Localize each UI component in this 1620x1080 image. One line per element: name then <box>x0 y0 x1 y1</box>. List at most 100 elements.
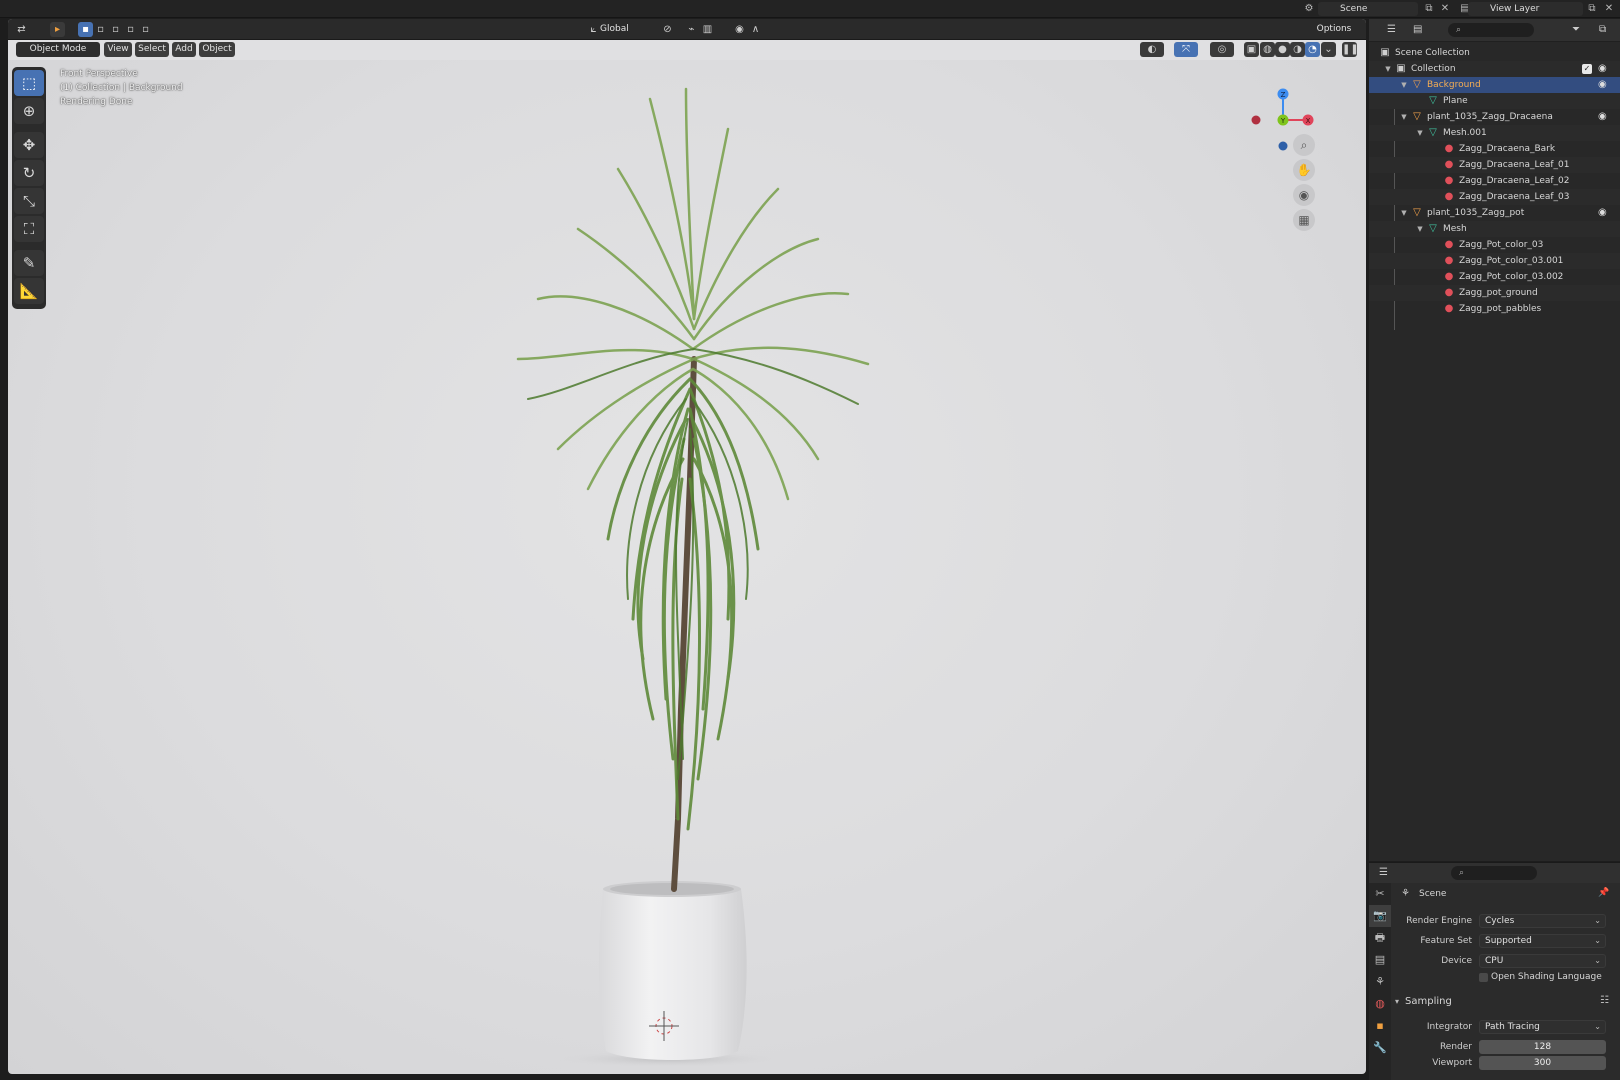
eye-icon[interactable]: ◉ <box>1598 77 1607 93</box>
render-tab-icon[interactable]: 📷 <box>1369 905 1391 927</box>
sampling-collapse-icon[interactable]: ▾ <box>1395 997 1399 1006</box>
outliner-row[interactable]: ● Zagg_Dracaena_Leaf_01 <box>1369 157 1620 173</box>
eye-icon[interactable]: ◉ <box>1598 61 1607 77</box>
outliner-row[interactable]: ● Zagg_pot_pabbles <box>1369 301 1620 317</box>
material-shading-icon[interactable]: ◑ <box>1290 42 1305 57</box>
move-icon[interactable]: ✥ <box>14 132 44 158</box>
rotate-icon[interactable]: ↻ <box>14 160 44 186</box>
pause-render-icon[interactable]: ❚❚ <box>1342 42 1359 57</box>
outliner-search-input[interactable]: ⌕ <box>1448 23 1534 37</box>
add-menu[interactable]: Add <box>172 42 196 57</box>
properties-editor-icon[interactable]: ☰ <box>1379 867 1388 878</box>
proportional-editing-icon[interactable]: ◉ <box>732 22 747 37</box>
pan-hand-icon[interactable]: ✋ <box>1293 159 1315 181</box>
display-mode-icon[interactable]: ▤ <box>1413 24 1422 35</box>
expand-arrow-icon[interactable]: ▼ <box>1415 125 1425 141</box>
render-samples-field[interactable]: 128 <box>1479 1040 1606 1054</box>
outliner-row[interactable]: ● Zagg_pot_ground <box>1369 285 1620 301</box>
eye-icon[interactable]: ◉ <box>1598 109 1607 125</box>
feature-set-dropdown[interactable]: Supported ⌄ <box>1479 934 1606 948</box>
filter-icon[interactable]: ⏷ <box>1572 24 1580 35</box>
presets-icon[interactable]: ☷ <box>1600 995 1609 1006</box>
view-layer-selector[interactable]: View Layer <box>1468 2 1583 16</box>
zoom-icon[interactable]: ⌕ <box>1293 134 1315 156</box>
editor-type-icon[interactable]: ⇄ <box>14 22 29 37</box>
select-new-icon[interactable]: ▪ <box>78 22 93 37</box>
expand-arrow-icon[interactable]: ▼ <box>1399 109 1409 125</box>
outliner-row[interactable]: ● Zagg_Dracaena_Bark <box>1369 141 1620 157</box>
new-view-layer-icon[interactable]: ⧉ <box>1585 3 1599 15</box>
expand-arrow-icon[interactable]: ▼ <box>1399 205 1409 221</box>
modifier-tab-icon[interactable]: 🔧 <box>1369 1037 1391 1059</box>
expand-arrow-icon[interactable]: ▼ <box>1399 77 1409 93</box>
outliner-row[interactable]: ▼ ▽ Mesh.001 <box>1369 125 1620 141</box>
solid-shading-icon[interactable]: ● <box>1275 42 1290 57</box>
pivot-point-icon[interactable]: ⊘ <box>660 22 675 37</box>
exclude-checkbox-icon[interactable]: ✓ <box>1582 64 1592 74</box>
annotate-icon[interactable]: ✎ <box>14 250 44 276</box>
view-menu[interactable]: View <box>104 42 132 57</box>
xray-icon[interactable]: ▣ <box>1244 42 1259 57</box>
render-engine-dropdown[interactable]: Cycles ⌄ <box>1479 914 1606 928</box>
outliner-row[interactable]: ▽ Plane <box>1369 93 1620 109</box>
close-scene-icon[interactable]: ✕ <box>1438 3 1452 15</box>
select-menu[interactable]: Select <box>135 42 169 57</box>
world-tab-icon[interactable]: ◍ <box>1369 993 1391 1015</box>
options-dropdown[interactable]: Options <box>1310 22 1358 37</box>
select-subtract-icon[interactable]: ▫ <box>108 22 123 37</box>
3d-viewport[interactable]: ⇄ ▸ ▪ ▫ ▫ ▫ ▫ ⟀ Global ⊘ ⌁ ▥ ◉ ∧ Options… <box>8 19 1366 1074</box>
outliner-row[interactable]: ▼ ▽ Mesh <box>1369 221 1620 237</box>
viewport-samples-field[interactable]: 300 <box>1479 1056 1606 1070</box>
new-collection-icon[interactable]: ⧉ <box>1599 24 1606 35</box>
rendered-shading-icon[interactable]: ◔ <box>1305 42 1320 57</box>
device-dropdown[interactable]: CPU ⌄ <box>1479 954 1606 968</box>
transform-icon[interactable]: ⛶ <box>14 216 44 242</box>
eye-icon[interactable]: ◉ <box>1598 205 1607 221</box>
cursor-icon[interactable]: ⊕ <box>14 98 44 124</box>
view-layer-tab-icon[interactable]: ▤ <box>1369 949 1391 971</box>
select-tool-icon[interactable]: ▸ <box>50 22 65 37</box>
shading-options-icon[interactable]: ⌄ <box>1321 42 1336 57</box>
outliner-row[interactable]: ▼ ▽ Background ◉ <box>1369 77 1620 93</box>
integrator-dropdown[interactable]: Path Tracing ⌄ <box>1479 1020 1606 1034</box>
osl-checkbox[interactable] <box>1479 973 1488 982</box>
output-tab-icon[interactable]: 🖶 <box>1369 927 1391 949</box>
outliner-row[interactable]: ● Zagg_Pot_color_03.001 <box>1369 253 1620 269</box>
visibility-icon[interactable]: ◐ <box>1140 42 1164 57</box>
snap-icon[interactable]: ⌁ <box>684 22 699 37</box>
scene-selector[interactable]: Scene <box>1318 2 1418 16</box>
outliner-row[interactable]: ● Zagg_Dracaena_Leaf_03 <box>1369 189 1620 205</box>
scene-tab-icon[interactable]: ⚘ <box>1369 971 1391 993</box>
outliner-row[interactable]: ● Zagg_Pot_color_03 <box>1369 237 1620 253</box>
tool-tab-icon[interactable]: ✂ <box>1369 883 1391 905</box>
new-scene-icon[interactable]: ⧉ <box>1422 3 1436 15</box>
overlays-icon[interactable]: ◎ <box>1210 42 1234 57</box>
snap-target-icon[interactable]: ▥ <box>700 22 715 37</box>
scale-icon[interactable]: ⤡ <box>14 188 44 214</box>
wireframe-shading-icon[interactable]: ◍ <box>1260 42 1275 57</box>
select-box-icon[interactable]: ⬚ <box>14 70 44 96</box>
scene-icon[interactable]: ⚙ <box>1302 3 1316 15</box>
outliner-row[interactable]: ● Zagg_Pot_color_03.002 <box>1369 269 1620 285</box>
outliner-editor-icon[interactable]: ☰ <box>1387 24 1396 35</box>
outliner-row[interactable]: ▣ Scene Collection <box>1369 45 1620 61</box>
falloff-icon[interactable]: ∧ <box>748 22 763 37</box>
outliner-row[interactable]: ● Zagg_Dracaena_Leaf_02 <box>1369 173 1620 189</box>
measure-icon[interactable]: 📐 <box>14 278 44 304</box>
object-menu[interactable]: Object <box>199 42 235 57</box>
expand-arrow-icon[interactable]: ▼ <box>1383 61 1393 77</box>
outliner-row[interactable]: ▼ ▣ Collection ✓ ◉ <box>1369 61 1620 77</box>
sampling-panel-title[interactable]: Sampling <box>1405 996 1452 1007</box>
gizmo-toggle-icon[interactable]: ⤧ <box>1174 42 1198 57</box>
perspective-toggle-icon[interactable]: ▦ <box>1293 209 1315 231</box>
close-view-layer-icon[interactable]: ✕ <box>1602 3 1616 15</box>
select-extend-icon[interactable]: ▫ <box>93 22 108 37</box>
outliner-row[interactable]: ▼ ▽ plant_1035_Zagg_pot ◉ <box>1369 205 1620 221</box>
select-intersect-icon[interactable]: ▫ <box>138 22 153 37</box>
object-tab-icon[interactable]: ▪ <box>1369 1015 1391 1037</box>
transform-orientation-dropdown[interactable]: Global <box>600 22 658 37</box>
outliner-row[interactable]: ▼ ▽ plant_1035_Zagg_Dracaena ◉ <box>1369 109 1620 125</box>
pin-icon[interactable]: 📌 <box>1598 888 1609 898</box>
expand-arrow-icon[interactable]: ▼ <box>1415 221 1425 237</box>
camera-view-icon[interactable]: ◉ <box>1293 184 1315 206</box>
